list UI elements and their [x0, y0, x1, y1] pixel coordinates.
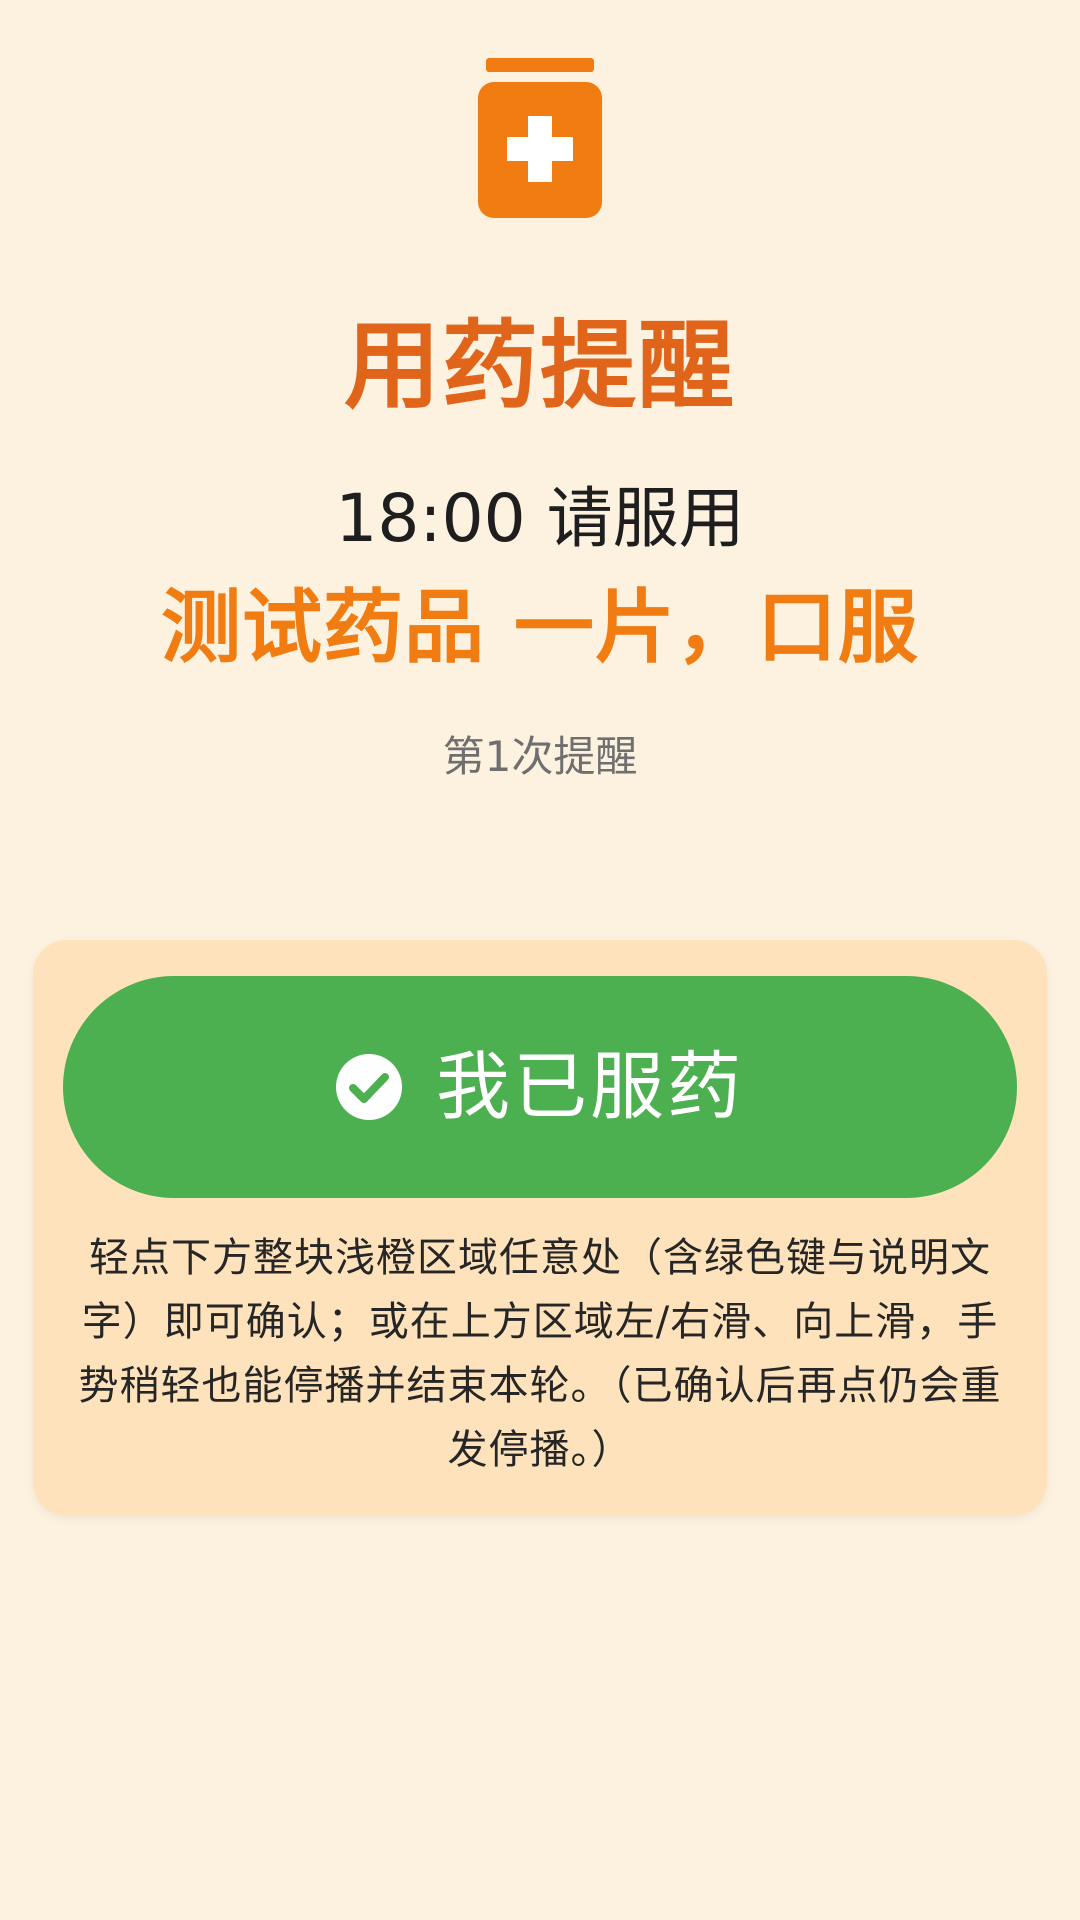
confirm-button-label: 我已服药: [436, 1045, 744, 1128]
reminder-time: 18:00 请服用: [335, 480, 745, 557]
confirm-tap-area[interactable]: 我已服药 轻点下方整块浅橙区域任意处（含绿色键与说明文字）即可确认；或在上方区域…: [33, 940, 1047, 1516]
page-title: 用药提醒: [344, 310, 736, 422]
instruction-text[interactable]: 轻点下方整块浅橙区域任意处（含绿色键与说明文字）即可确认；或在上方区域左/右滑、…: [63, 1226, 1017, 1482]
medicine-bottle-icon: [478, 58, 602, 218]
reminder-count: 第1次提醒: [442, 732, 638, 781]
confirm-taken-button[interactable]: 我已服药: [63, 976, 1017, 1198]
medicine-dosage: 测试药品 一片，口服: [161, 581, 919, 674]
check-circle-icon: [336, 1054, 402, 1120]
